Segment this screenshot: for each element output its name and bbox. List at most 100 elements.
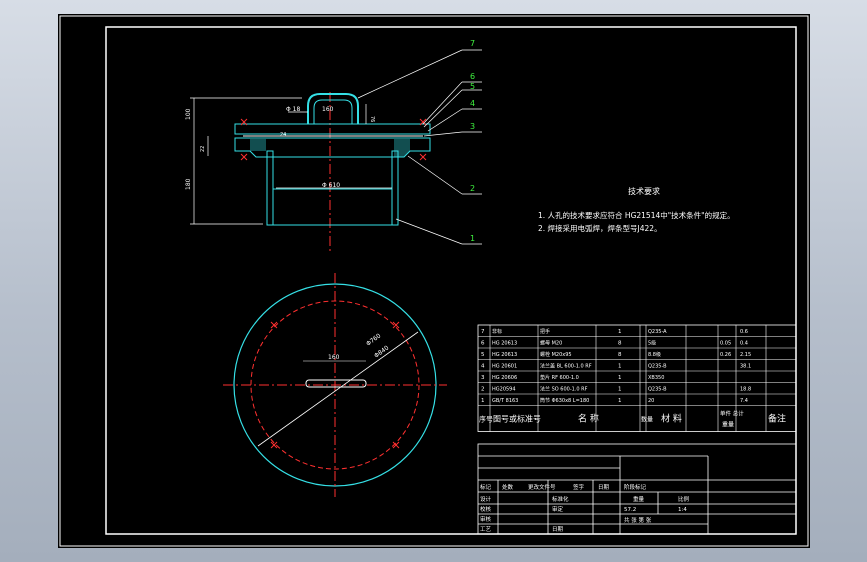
tb-process: 工艺 [480, 526, 492, 533]
tb-change-file: 更改文件号 [528, 483, 556, 491]
requirements: 技术要求 1. 人孔的技术要求应符合 HG21514中"技术条件"的规定。 2.… [538, 186, 735, 233]
tb-check: 校核 [480, 505, 492, 513]
tb-review: 审核 [480, 515, 492, 523]
dim-handle-height: 76 [369, 116, 375, 122]
bom-row-material: Q235-B [648, 364, 667, 370]
bom-row-name: 螺母 M20 [540, 340, 562, 347]
dim-handle-hole: Φ 18 [286, 106, 300, 113]
bom-row-weight-total: 38.1 [740, 364, 751, 370]
bom-row-qty: 1 [618, 364, 622, 370]
bom-row-no: 2 [481, 387, 485, 393]
bom-header-code: 图号或标准号 [493, 414, 541, 424]
bom-row-no: 5 [481, 352, 485, 358]
tb-weight-value: 57.2 [624, 507, 636, 513]
outer-frame [59, 15, 809, 547]
bom-row-weight-unit: 0.05 [720, 341, 731, 347]
tb-scale-value: 1:4 [678, 507, 687, 513]
bom-row-no: 4 [481, 364, 485, 370]
requirements-line-2: 2. 焊接采用电弧焊，焊条型号J422。 [538, 223, 662, 233]
plan-dim-diameter [257, 331, 419, 447]
bom-row-name: 垫片 RF 600-1.0 [540, 374, 579, 381]
bom-table: 7 非标 把手 1 Q235-A 0.6 6 HG 20613 螺母 M20 8 5级 0.05 0.4… [477, 324, 797, 432]
bom-row-material: Q235-A [648, 329, 667, 335]
tb-weight: 重量 [633, 495, 645, 503]
bom-header-material: 材 料 [661, 413, 682, 425]
flange-hatch-right [394, 139, 410, 157]
bom-header-weights: 单件 总计 [720, 410, 744, 418]
bom-row-weight-total: 0.4 [740, 341, 748, 347]
bom-row-material: 20 [648, 398, 654, 404]
tb-sheets: 共 张 第 张 [624, 516, 652, 524]
tb-standard: 标准化 [552, 495, 569, 503]
bom-row-qty: 8 [618, 341, 622, 347]
bom-row-no: 1 [481, 398, 485, 404]
bom-row-qty: 1 [618, 375, 622, 381]
dim-left-small: 22 [200, 146, 206, 152]
drawing-sheet: 100 180 22 Φ 18 160 76 24 Φ 610 7 6 5 4 … [58, 14, 810, 548]
bom-row-name: 筒节 Φ630x8 L=180 [540, 397, 589, 404]
pipe-wall-right [391, 150, 399, 226]
dim-flange-thk: 24 [280, 132, 286, 138]
dim-bore: Φ 610 [322, 182, 340, 189]
bom-row-code: HG20594 [492, 387, 516, 393]
bom-row-code: HG 20606 [492, 375, 517, 381]
bom-row-name: 螺栓 M20x95 [540, 351, 572, 358]
bom-row-qty: 1 [618, 329, 622, 335]
bom-row-qty: 1 [618, 387, 622, 393]
balloon-5: 5 [470, 82, 475, 91]
inner-frame [105, 26, 797, 535]
tb-stage: 阶段标记 [624, 483, 647, 491]
balloon-1: 1 [470, 234, 475, 243]
tb-mark: 标记 [480, 483, 492, 491]
tb-date-2: 日期 [552, 526, 564, 533]
tb-sign: 签字 [573, 483, 585, 491]
requirements-title: 技术要求 [628, 186, 660, 196]
dimension-lines [190, 97, 392, 225]
bom-row-name: 法兰 SO 600-1.0 RF [540, 386, 588, 393]
bom-header-name: 名 称 [578, 413, 599, 425]
tb-design: 设计 [480, 495, 492, 503]
plan-dim-outer: Φ840 [373, 344, 390, 359]
bom-row-no: 6 [481, 341, 485, 347]
bom-row-no: 3 [481, 375, 485, 381]
balloon-3: 3 [470, 122, 475, 131]
bom-row-code: GB/T 8163 [492, 398, 518, 404]
bom-row-code: HG 20613 [492, 352, 517, 358]
plan-view: 160 Φ760 Φ840 [223, 273, 447, 497]
bom-row-weight-total: 2.15 [740, 352, 751, 358]
bom-header-no: 序号 [479, 415, 493, 424]
bom-row-qty: 1 [618, 398, 622, 404]
bom-row-material: Q235-B [648, 387, 667, 393]
bom-row-no: 7 [481, 329, 485, 335]
plan-dim-handle: 160 [328, 354, 340, 361]
bom-header-qty: 数量 [641, 416, 653, 424]
bom-row-qty: 8 [618, 352, 622, 358]
bom-row-code: 非标 [492, 328, 502, 335]
section-view: 100 180 22 Φ 18 160 76 24 Φ 610 7 6 5 4 … [185, 39, 482, 254]
requirements-line-1: 1. 人孔的技术要求应符合 HG21514中"技术条件"的规定。 [538, 210, 735, 220]
flange-cover [234, 123, 431, 135]
bom-row-code: HG 20613 [492, 341, 517, 347]
balloon-7: 7 [470, 39, 475, 48]
bom-header-weight: 重量 [722, 421, 734, 429]
bom-row-material: 8.8级 [648, 351, 661, 358]
tb-approve: 审定 [552, 505, 564, 513]
dim-handle-width: 160 [322, 106, 334, 113]
balloon-4: 4 [470, 99, 475, 108]
bom-row-weight-unit: 0.26 [720, 352, 731, 358]
bom-row-code: HG 20601 [492, 364, 517, 370]
bom-row-name: 把手 [540, 328, 550, 335]
bom-row-material: XB350 [648, 375, 664, 381]
pipe-wall-left [266, 150, 274, 226]
plan-handle [305, 379, 367, 388]
bom-row-name: 法兰盖 BL 600-1.0 RF [540, 363, 592, 370]
dim-left-bottom: 180 [185, 178, 192, 190]
bom-header-remarks: 备注 [768, 413, 786, 425]
tb-count: 处数 [502, 483, 514, 491]
balloon-6: 6 [470, 72, 475, 81]
bom-row-material: 5级 [648, 340, 656, 347]
bom-row-weight-total: 7.4 [740, 398, 748, 404]
title-block: 标记 处数 更改文件号 签字 日期 设计 标准化 校核 审定 审核 工艺 日期 … [477, 443, 797, 535]
bom-row-weight-total: 0.6 [740, 329, 748, 335]
plan-dim-bolt-circle: Φ760 [365, 332, 382, 347]
